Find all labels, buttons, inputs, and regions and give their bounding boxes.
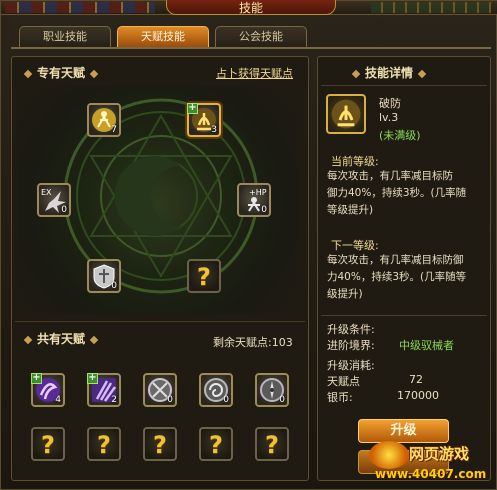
skill-grey-compass[interactable]: 0 — [255, 373, 289, 407]
title-decoration-left — [5, 2, 155, 13]
current-level-label: 当前等级: — [331, 155, 379, 168]
diamond-icon — [23, 335, 33, 344]
skill-grey-cross[interactable]: 0 — [143, 373, 177, 407]
selected-skill-status: (未满级) — [379, 129, 421, 142]
upgrade-button[interactable]: 升级 — [358, 419, 449, 443]
current-desc-line: 等级提升) — [327, 204, 374, 216]
plus-icon[interactable]: + — [187, 103, 198, 114]
skill-locked[interactable]: ? — [143, 427, 177, 461]
shared-talent-title: 共有天赋 — [37, 332, 86, 346]
svg-text:+HP: +HP — [249, 188, 267, 197]
remaining-points-label: 剩余天赋点: — [213, 336, 272, 349]
title-decoration-right — [371, 2, 491, 13]
talent-point-label: 天赋点 — [327, 375, 360, 388]
exclusive-talent-title: 专有天赋 — [37, 66, 86, 80]
upgrade-cost-label: 升级消耗: — [327, 359, 375, 372]
skill-count: 0 — [279, 395, 285, 405]
current-level-description: 每次攻击，有几率减目标防 御力40%，持续3秒。(几率随 等级提升) — [327, 168, 487, 219]
detail-divider — [321, 315, 487, 316]
window-title: 技能 — [238, 1, 263, 15]
next-desc-line: 每次攻击，有几率减目标防御 — [327, 254, 464, 266]
skill-count: 0 — [111, 281, 117, 291]
plus-icon[interactable]: + — [87, 373, 98, 384]
diamond-icon — [89, 335, 99, 344]
skill-hp-boost[interactable]: +HP 0 — [237, 183, 271, 217]
skill-detail-heading: 技能详情 — [347, 63, 431, 83]
title-ornament: 技能 — [166, 0, 336, 15]
realm-value: 中级驭械者 — [399, 339, 454, 352]
selected-skill-name: 破防 — [379, 97, 401, 110]
skill-count: 4 — [55, 395, 61, 405]
realm-label: 进阶境界: — [327, 339, 375, 352]
skill-glow-figure[interactable]: 7 — [87, 103, 121, 137]
skill-count: 3 — [211, 125, 217, 135]
skill-count: 7 — [111, 125, 117, 135]
tab-underline — [11, 47, 491, 49]
break-defense-icon — [331, 99, 361, 129]
question-mark-icon: ? — [265, 431, 279, 459]
tab-class-skills[interactable]: 职业技能 — [19, 26, 111, 47]
current-desc-line: 御力40%，持续3秒。(几率随 — [327, 187, 467, 199]
shared-talent-heading: 共有天赋 — [19, 329, 103, 349]
question-mark-icon: ? — [41, 431, 55, 459]
tab-guild-skills[interactable]: 公会技能 — [215, 26, 307, 47]
question-mark-icon: ? — [209, 431, 223, 459]
skill-grey-swirl[interactable]: 0 — [199, 373, 233, 407]
section-divider — [15, 321, 305, 322]
watermark: 网页游戏 www.40407.com — [369, 441, 497, 489]
next-desc-line: 力40%，持续3秒。(几率随等 — [327, 271, 467, 283]
talent-point-value: 72 — [409, 373, 423, 386]
skill-count: 0 — [223, 395, 229, 405]
watermark-logo-icon — [369, 441, 409, 469]
tab-bar: 职业技能 天赋技能 公会技能 — [19, 26, 307, 48]
plus-icon[interactable]: + — [31, 373, 42, 384]
svg-text:EX: EX — [41, 188, 52, 197]
detail-divider — [321, 85, 487, 86]
skill-detail-title: 技能详情 — [365, 66, 414, 80]
next-level-description: 每次攻击，有几率减目标防御 力40%，持续3秒。(几率随等 级提升) — [327, 252, 487, 303]
divination-link[interactable]: 占卜获得天赋点 — [216, 65, 293, 81]
selected-skill-icon — [326, 94, 366, 134]
skill-purple-claw[interactable]: + 2 — [87, 373, 121, 407]
watermark-url: www.40407.com — [375, 467, 487, 481]
skill-break-defense[interactable]: + 3 — [187, 103, 221, 137]
diamond-icon — [23, 69, 33, 78]
diamond-icon — [417, 69, 427, 78]
question-mark-icon: ? — [153, 431, 167, 459]
remaining-points: 剩余天赋点:103 — [213, 334, 293, 350]
selected-skill-level: lv.3 — [379, 111, 399, 124]
upgrade-condition-label: 升级条件: — [327, 323, 375, 336]
next-desc-line: 级提升) — [327, 288, 363, 300]
skill-ex-burst[interactable]: EX 0 — [37, 183, 71, 217]
skill-count: 2 — [111, 395, 117, 405]
tab-talent-skills[interactable]: 天赋技能 — [117, 26, 209, 47]
question-mark-icon: ? — [97, 431, 111, 459]
watermark-top-text: 网页游戏 — [409, 445, 470, 463]
question-mark-icon: ? — [197, 263, 211, 291]
silver-label: 银币: — [327, 391, 353, 404]
skill-locked[interactable]: ? — [31, 427, 65, 461]
skill-shield[interactable]: 0 — [87, 259, 121, 293]
skill-count: 0 — [61, 205, 67, 215]
skill-purple-sigil[interactable]: + 4 — [31, 373, 65, 407]
skill-window: 技能 职业技能 天赋技能 公会技能 专有天赋 占卜获得天赋点 7 + 3 EX … — [0, 0, 497, 490]
skill-locked[interactable]: ? — [255, 427, 289, 461]
title-bar: 技能 — [1, 0, 497, 15]
skill-locked[interactable]: ? — [87, 427, 121, 461]
next-level-label: 下一等级: — [331, 239, 379, 252]
silver-value: 170000 — [397, 389, 439, 402]
exclusive-talent-heading: 专有天赋 — [19, 63, 103, 83]
remaining-points-value: 103 — [271, 336, 293, 349]
diamond-icon — [89, 69, 99, 78]
diamond-icon — [351, 69, 361, 78]
skill-count: 0 — [167, 395, 173, 405]
current-desc-line: 每次攻击，有几率减目标防 — [327, 170, 453, 182]
skill-count: 0 — [261, 205, 267, 215]
skill-unknown[interactable]: ? — [187, 259, 221, 293]
skill-locked[interactable]: ? — [199, 427, 233, 461]
